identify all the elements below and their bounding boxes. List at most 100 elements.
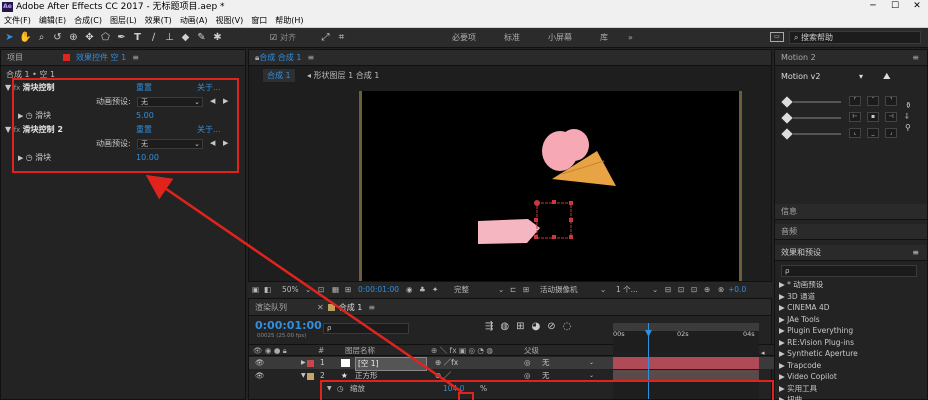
- menu-animation[interactable]: 动画(A): [176, 15, 212, 26]
- bottle-icon[interactable]: ⚱: [905, 100, 912, 111]
- exposure-value[interactable]: +0.0: [728, 282, 746, 297]
- workspace-essentials[interactable]: 必要项: [452, 32, 476, 43]
- slider-track[interactable]: [793, 133, 841, 135]
- tab-audio[interactable]: 音频: [781, 226, 797, 237]
- brush-tool-icon[interactable]: ∕: [147, 31, 160, 44]
- slider-handle-icon[interactable]: [781, 96, 793, 108]
- menu-edit[interactable]: 编辑(E): [35, 15, 70, 26]
- reset-exposure-icon[interactable]: ⊗: [718, 282, 724, 297]
- anchor-right-icon[interactable]: ⊣: [885, 112, 897, 122]
- slider-track[interactable]: [793, 117, 841, 119]
- expand-arrow-icon[interactable]: ▼: [5, 125, 11, 134]
- chevron-down-icon[interactable]: ⌄: [600, 282, 606, 297]
- expand-arrow-icon[interactable]: ▼: [5, 83, 11, 92]
- slider-handle-icon[interactable]: [781, 128, 793, 140]
- camera-tool-icon[interactable]: ⊕: [67, 31, 80, 44]
- transparency-icon[interactable]: ▦: [332, 282, 339, 297]
- timeline-scroll-icon[interactable]: ◂: [761, 349, 765, 357]
- tab-effect-controls[interactable]: 效果控件 空 1: [76, 52, 126, 63]
- puppet-pin-tool-icon[interactable]: ✱: [211, 31, 224, 44]
- tab-motion[interactable]: Motion 2: [781, 53, 816, 62]
- creative-cloud-icon[interactable]: ▭: [770, 32, 784, 42]
- guides-icon[interactable]: ⊞: [345, 282, 351, 297]
- anchor-left-icon[interactable]: ⊢: [849, 112, 861, 122]
- menu-help[interactable]: 帮助(H): [271, 15, 307, 26]
- graph-editor-icon[interactable]: ⊘: [547, 321, 562, 332]
- resolution-icon[interactable]: ⊡: [318, 282, 324, 297]
- zoom-tool-icon[interactable]: ⌕: [35, 31, 48, 44]
- composition-canvas[interactable]: [359, 91, 742, 297]
- layer-2-label-color[interactable]: [307, 373, 314, 380]
- handle-icon[interactable]: [569, 201, 573, 205]
- menu-layer[interactable]: 图层(L): [106, 15, 141, 26]
- category-utility[interactable]: ▶ 实用工具: [779, 383, 925, 395]
- tab-info[interactable]: 信息: [781, 206, 797, 217]
- layer-row-1[interactable]: 👁︎ ▶ 1 [空 1] ⊕ ／fx ◎ 无 ⌄: [249, 357, 861, 371]
- motion-version-dropdown[interactable]: Motion v2 ▾: [781, 72, 863, 81]
- snap-checkbox-icon[interactable]: ☑: [267, 31, 280, 44]
- panel-menu-icon[interactable]: ≡: [912, 248, 919, 257]
- clone-stamp-tool-icon[interactable]: ⊥: [163, 31, 176, 44]
- pan-behind-tool-icon[interactable]: ✥: [83, 31, 96, 44]
- snapshot-icon[interactable]: ◉: [406, 282, 413, 297]
- tab-comp-1[interactable]: 合成 1: [339, 302, 363, 313]
- expand-arrow-icon[interactable]: ▼: [301, 370, 306, 382]
- comp-breadcrumb-active[interactable]: 合成 1: [263, 69, 295, 82]
- chevron-down-icon[interactable]: ⌄: [498, 282, 504, 297]
- menu-file[interactable]: 文件(F): [0, 15, 35, 26]
- chevron-down-icon[interactable]: ⌄: [589, 357, 594, 369]
- chevron-down-icon[interactable]: ⌄: [305, 282, 311, 297]
- timeline-search-input[interactable]: ρ: [323, 323, 409, 334]
- expand-arrow-icon[interactable]: ▶: [301, 357, 306, 369]
- visibility-icon[interactable]: 👁︎: [255, 357, 265, 369]
- pickwhip-icon[interactable]: ◎: [524, 357, 531, 369]
- comp-current-time[interactable]: 0:00:01:00: [358, 282, 399, 297]
- anchor-top-icon[interactable]: ¯: [867, 96, 879, 106]
- ice-cream-graphic[interactable]: [542, 129, 616, 186]
- show-snapshot-icon[interactable]: ♣: [419, 282, 426, 297]
- selection-tool-icon[interactable]: ➤: [3, 31, 16, 44]
- pixel-aspect-icon[interactable]: ⊡: [678, 282, 684, 297]
- category-jae-tools[interactable]: ▶ JAe Tools: [779, 314, 925, 326]
- anchor-top-left-icon[interactable]: ⌜: [849, 96, 861, 106]
- null-object-selection[interactable]: [534, 200, 573, 239]
- eraser-tool-icon[interactable]: ◆: [179, 31, 192, 44]
- audio-panel-header[interactable]: 音频: [775, 224, 927, 240]
- flowchart-icon[interactable]: ⊕: [704, 282, 710, 297]
- workspace-libraries[interactable]: 库: [600, 32, 608, 43]
- handle-icon[interactable]: [534, 235, 538, 239]
- shape-tool-icon[interactable]: ⬠: [99, 31, 112, 44]
- rotate-tool-icon[interactable]: ↺: [51, 31, 64, 44]
- pink-shape-layer[interactable]: [478, 219, 540, 244]
- handle-icon[interactable]: [569, 218, 573, 222]
- views-dropdown[interactable]: 1 个...: [616, 282, 638, 297]
- fast-preview-icon[interactable]: ⊟: [665, 282, 671, 297]
- brainstorm-icon[interactable]: ◌: [563, 321, 579, 332]
- grid-toggle-icon[interactable]: ⊞: [523, 282, 529, 297]
- category-video-copilot[interactable]: ▶ Video Copilot: [779, 371, 925, 383]
- handle-icon[interactable]: [569, 235, 573, 239]
- timeline-icon[interactable]: ⊡: [691, 282, 697, 297]
- anchor-top-right-icon[interactable]: ⌝: [885, 96, 897, 106]
- handle-icon[interactable]: [534, 218, 538, 222]
- quality-dropdown[interactable]: 完整: [454, 282, 469, 297]
- hand-tool-icon[interactable]: ✋: [19, 31, 32, 44]
- handle-icon[interactable]: [552, 235, 556, 239]
- category-animation-presets[interactable]: ▶ * 动画预设: [779, 279, 925, 291]
- type-tool-icon[interactable]: T: [131, 31, 144, 44]
- workspace-more-icon[interactable]: »: [628, 33, 633, 42]
- minimize-button[interactable]: ─: [862, 0, 884, 14]
- close-button[interactable]: ✕: [906, 0, 928, 14]
- menu-effect[interactable]: 效果(T): [141, 15, 176, 26]
- tab-composition[interactable]: 合成 合成 1: [259, 52, 301, 63]
- timeline-timecode[interactable]: 0:00:01:00: [255, 319, 322, 332]
- always-preview-icon[interactable]: ▣: [252, 282, 259, 297]
- pen-tool-icon[interactable]: ✒: [115, 31, 128, 44]
- zoom-level[interactable]: 50%: [282, 282, 299, 297]
- slider-track[interactable]: [793, 101, 841, 103]
- color-channel-icon[interactable]: ✦: [432, 282, 438, 297]
- comp-flowchart-icon[interactable]: ⇶: [485, 321, 500, 332]
- panel-menu-icon[interactable]: ≡: [368, 303, 375, 312]
- category-synthetic-aperture[interactable]: ▶ Synthetic Aperture: [779, 348, 925, 360]
- frame-blend-icon[interactable]: ⊞: [516, 321, 531, 332]
